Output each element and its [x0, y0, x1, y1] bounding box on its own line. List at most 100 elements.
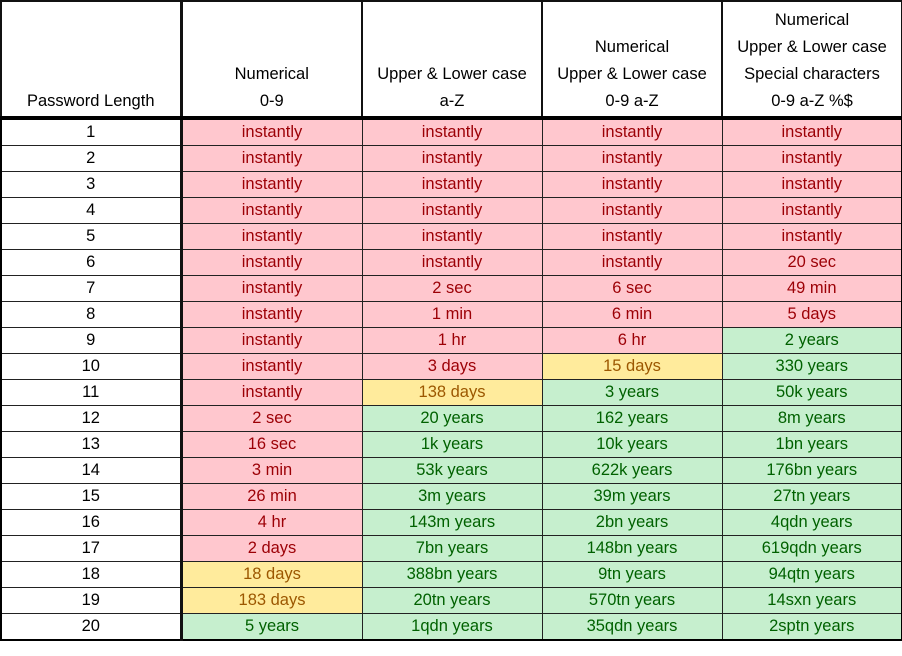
table-row: 16 4 hr 143m years 2bn years 4qdn years	[0, 509, 902, 536]
password-length-cell: 11	[0, 379, 183, 406]
crack-time-cell: 3m years	[361, 483, 543, 510]
crack-time-cell: instantly	[721, 223, 902, 250]
header-line: Numerical	[234, 65, 309, 83]
header-row: Password Length Numerical 0-9 Upper & Lower…	[0, 0, 902, 119]
header-line: Upper & Lower case	[377, 65, 527, 83]
table-row: 20 5 years 1qdn years 35qdn years 2sptn year…	[0, 613, 902, 641]
crack-time-cell: 53k years	[361, 457, 543, 484]
crack-time-cell: 1 min	[361, 301, 543, 328]
table-row: 1 instantly instantly instantly instantly	[0, 117, 902, 146]
crack-time-cell: 20 sec	[721, 249, 902, 276]
header-line: Numerical	[594, 38, 670, 56]
password-length-cell: 19	[0, 587, 183, 614]
password-length-cell: 7	[0, 275, 183, 302]
crack-time-cell: 18 days	[180, 561, 363, 588]
password-length-cell: 5	[0, 223, 183, 250]
table-row: 12 2 sec 20 years 162 years 8m years	[0, 405, 902, 432]
crack-time-cell: instantly	[721, 171, 902, 198]
header-line: 0-9 a-Z	[605, 92, 659, 110]
password-length-cell: 4	[0, 197, 183, 224]
crack-time-cell: 2bn years	[541, 509, 723, 536]
crack-time-cell: instantly	[721, 197, 902, 224]
crack-time-cell: 388bn years	[361, 561, 543, 588]
header-line: 0-9	[259, 92, 284, 110]
crack-time-cell: 49 min	[721, 275, 902, 302]
crack-time-cell: 20 years	[361, 405, 543, 432]
table-row: 13 16 sec 1k years 10k years 1bn years	[0, 431, 902, 458]
table-row: 10 instantly 3 days 15 days 330 years	[0, 353, 902, 380]
crack-time-cell: 330 years	[721, 353, 902, 380]
crack-time-cell: 35qdn years	[541, 613, 723, 641]
crack-time-cell: instantly	[361, 223, 543, 250]
crack-time-cell: 183 days	[180, 587, 363, 614]
header-numerical-upper-lower: Numerical Upper & Lower case 0-9 a-Z	[541, 0, 723, 119]
crack-time-cell: 5 days	[721, 301, 902, 328]
header-line: Numerical	[774, 11, 850, 29]
crack-time-cell: 176bn years	[721, 457, 902, 484]
header-line: Password Length	[27, 92, 155, 110]
password-length-cell: 10	[0, 353, 183, 380]
password-length-cell: 3	[0, 171, 183, 198]
crack-time-cell: 5 years	[180, 613, 363, 641]
crack-time-cell: 10k years	[541, 431, 723, 458]
crack-time-cell: 622k years	[541, 457, 723, 484]
crack-time-cell: instantly	[541, 249, 723, 276]
crack-time-cell: instantly	[180, 171, 363, 198]
crack-time-cell: 1 hr	[361, 327, 543, 354]
table-row: 5 instantly instantly instantly instantly	[0, 223, 902, 250]
header-line: 0-9 a-Z %$	[771, 92, 853, 110]
table-row: 6 instantly instantly instantly 20 sec	[0, 249, 902, 276]
password-length-cell: 20	[0, 613, 183, 641]
password-length-cell: 12	[0, 405, 183, 432]
crack-time-cell: instantly	[541, 117, 723, 146]
crack-time-cell: 619qdn years	[721, 535, 902, 562]
password-length-cell: 1	[0, 117, 183, 146]
crack-time-cell: 4 hr	[180, 509, 363, 536]
crack-time-cell: instantly	[180, 379, 363, 406]
table-body: 1 instantly instantly instantly instantly 2 in…	[0, 117, 902, 641]
crack-time-cell: instantly	[180, 197, 363, 224]
password-length-cell: 8	[0, 301, 183, 328]
header-line: Special characters	[744, 65, 880, 83]
crack-time-cell: 3 min	[180, 457, 363, 484]
crack-time-cell: 20tn years	[361, 587, 543, 614]
crack-time-cell: 14sxn years	[721, 587, 902, 614]
crack-time-cell: 6 sec	[541, 275, 723, 302]
crack-time-cell: instantly	[180, 353, 363, 380]
table-row: 11 instantly 138 days 3 years 50k years	[0, 379, 902, 406]
password-length-cell: 18	[0, 561, 183, 588]
crack-time-cell: instantly	[180, 223, 363, 250]
table-row: 3 instantly instantly instantly instantly	[0, 171, 902, 198]
crack-time-cell: 16 sec	[180, 431, 363, 458]
table-row: 9 instantly 1 hr 6 hr 2 years	[0, 327, 902, 354]
table-row: 7 instantly 2 sec 6 sec 49 min	[0, 275, 902, 302]
crack-time-cell: instantly	[361, 117, 543, 146]
crack-time-cell: instantly	[180, 249, 363, 276]
crack-time-cell: instantly	[721, 145, 902, 172]
crack-time-cell: instantly	[180, 327, 363, 354]
crack-time-cell: 2 sec	[361, 275, 543, 302]
header-password-length: Password Length	[0, 0, 183, 119]
crack-time-cell: 2 years	[721, 327, 902, 354]
password-length-cell: 16	[0, 509, 183, 536]
table-row: 8 instantly 1 min 6 min 5 days	[0, 301, 902, 328]
crack-time-cell: 7bn years	[361, 535, 543, 562]
crack-time-cell: instantly	[180, 301, 363, 328]
crack-time-cell: 3 years	[541, 379, 723, 406]
crack-time-cell: 3 days	[361, 353, 543, 380]
crack-time-cell: 162 years	[541, 405, 723, 432]
crack-time-cell: 2 days	[180, 535, 363, 562]
crack-time-cell: 4qdn years	[721, 509, 902, 536]
password-length-cell: 17	[0, 535, 183, 562]
crack-time-cell: 148bn years	[541, 535, 723, 562]
password-length-cell: 13	[0, 431, 183, 458]
crack-time-cell: instantly	[541, 145, 723, 172]
crack-time-cell: 6 min	[541, 301, 723, 328]
crack-time-cell: instantly	[361, 197, 543, 224]
table-row: 17 2 days 7bn years 148bn years 619qdn years	[0, 535, 902, 562]
crack-time-cell: 6 hr	[541, 327, 723, 354]
crack-time-cell: instantly	[721, 117, 902, 146]
crack-time-cell: instantly	[361, 145, 543, 172]
header-numerical: Numerical 0-9	[180, 0, 363, 119]
password-length-cell: 15	[0, 483, 183, 510]
